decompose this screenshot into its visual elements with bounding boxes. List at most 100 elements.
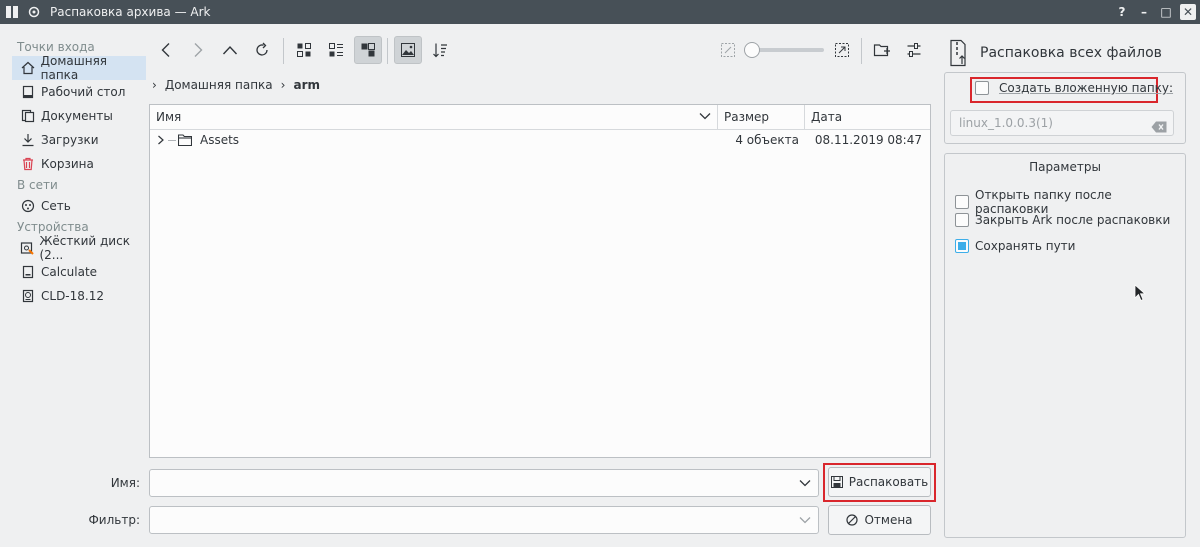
extract-button[interactable]: Распаковать	[828, 467, 931, 497]
create-subfolder-checkbox[interactable]: Создать вложенную папку:	[975, 81, 1173, 95]
compact-view-icon[interactable]	[322, 36, 350, 64]
places-item-label: Домашняя папка	[40, 54, 108, 82]
sort-chevron-down-icon	[699, 105, 711, 129]
zoom-slider[interactable]	[744, 42, 824, 58]
places-item-label: Calculate	[41, 265, 98, 279]
checkbox-box[interactable]	[955, 195, 969, 209]
filter-label: Фильтр:	[88, 513, 140, 527]
filter-combo-input[interactable]	[149, 506, 819, 534]
file-name: Assets	[200, 133, 240, 147]
checkbox-box[interactable]	[955, 213, 969, 227]
places-item-label: Корзина	[41, 157, 94, 171]
open-folder-checkbox[interactable]: Открыть папку после распаковки	[955, 188, 1185, 216]
places-item-label: Рабочий стол	[41, 85, 126, 99]
breadcrumb-chevron-icon[interactable]: ›	[281, 78, 286, 92]
breadcrumb-item-home[interactable]: Домашняя папка	[165, 78, 273, 92]
places-item-label: CLD-18.12	[41, 289, 104, 303]
cancel-button[interactable]: Отмена	[828, 505, 931, 535]
desktop-icon	[20, 84, 36, 100]
clear-text-icon[interactable]	[1151, 117, 1167, 133]
options-title: Параметры	[1029, 160, 1101, 174]
back-icon[interactable]	[152, 36, 180, 64]
title-bar: Распаковка архива — Ark ? – □ ✕	[0, 0, 1200, 24]
extract-button-label: Распаковать	[848, 475, 929, 489]
column-size-label: Размер	[724, 110, 770, 124]
network-icon	[20, 198, 36, 214]
places-item-network[interactable]: Сеть	[12, 194, 146, 218]
chevron-down-icon[interactable]	[798, 513, 812, 527]
trash-icon	[20, 156, 36, 172]
breadcrumb-item-current[interactable]: arm	[293, 78, 320, 92]
preserve-paths-label: Сохранять пути	[975, 239, 1076, 253]
maximize-button[interactable]: □	[1158, 4, 1174, 20]
close-ark-label: Закрыть Ark после распаковки	[975, 213, 1171, 227]
places-item-calculate[interactable]: Calculate	[12, 260, 146, 284]
places-section-title: В сети	[17, 178, 58, 192]
ark-app-icon	[4, 4, 20, 20]
drive-icon	[20, 264, 36, 280]
extract-panel-title: Распаковка всех файлов	[946, 38, 1162, 68]
places-item-cld[interactable]: CLD-18.12	[12, 284, 146, 308]
archive-extract-icon	[946, 38, 970, 68]
checkbox-box[interactable]	[975, 81, 989, 95]
preview-icon[interactable]	[394, 36, 422, 64]
options-icon[interactable]	[900, 36, 928, 64]
pin-icon[interactable]	[26, 4, 42, 20]
column-header-size[interactable]: Размер	[718, 105, 805, 129]
close-ark-checkbox[interactable]: Закрыть Ark после распаковки	[955, 213, 1170, 227]
places-item-trash[interactable]: Корзина	[12, 152, 146, 176]
chevron-down-icon[interactable]	[798, 476, 812, 490]
file-toolbar	[150, 36, 930, 68]
cancel-icon	[846, 514, 859, 526]
detailed-view-icon[interactable]	[354, 36, 382, 64]
table-row[interactable]: Assets 4 объекта 08.11.2019 08:47	[150, 130, 930, 150]
breadcrumb: › Домашняя папка › arm	[150, 74, 320, 96]
cancel-button-label: Отмена	[864, 513, 913, 527]
up-icon[interactable]	[216, 36, 244, 64]
options-group: Параметры Открыть папку после распаковки…	[944, 153, 1186, 538]
places-item-label: Сеть	[41, 199, 71, 213]
file-size: 4 объекта	[735, 133, 799, 147]
forward-icon[interactable]	[184, 36, 212, 64]
column-name-label: Имя	[156, 110, 182, 124]
file-list-header: Имя Размер Дата	[150, 105, 930, 130]
window-title: Распаковка архива — Ark	[50, 5, 211, 19]
column-header-name[interactable]: Имя	[150, 105, 718, 129]
name-combo-input[interactable]	[149, 469, 819, 497]
places-item-home[interactable]: Домашняя папка	[12, 54, 146, 82]
harddisk-icon	[20, 240, 34, 256]
extract-panel-title-text: Распаковка всех файлов	[980, 45, 1162, 61]
places-item-harddisk[interactable]: Жёсткий диск (2...	[12, 234, 146, 262]
preserve-paths-checkbox[interactable]: Сохранять пути	[955, 239, 1075, 253]
name-label: Имя:	[110, 476, 140, 490]
open-folder-label: Открыть папку после распаковки	[975, 188, 1112, 216]
breadcrumb-chevron-icon[interactable]: ›	[152, 78, 157, 92]
help-button[interactable]: ?	[1114, 4, 1130, 20]
zoom-in-icon[interactable]	[828, 36, 856, 64]
optical-disc-icon	[20, 288, 36, 304]
new-folder-icon[interactable]	[868, 36, 896, 64]
zoom-out-icon[interactable]	[714, 36, 742, 64]
places-item-desktop[interactable]: Рабочий стол	[12, 80, 146, 104]
minimize-button[interactable]: –	[1136, 4, 1152, 20]
column-date-label: Дата	[811, 110, 843, 124]
subfolder-name-value: linux_1.0.0.3(1)	[959, 116, 1053, 130]
documents-icon	[20, 108, 36, 124]
places-item-documents[interactable]: Документы	[12, 104, 146, 128]
places-item-label: Документы	[41, 109, 113, 123]
column-header-date[interactable]: Дата	[805, 105, 930, 129]
places-item-label: Загрузки	[41, 133, 99, 147]
places-item-downloads[interactable]: Загрузки	[12, 128, 146, 152]
expand-chevron-icon[interactable]	[156, 135, 168, 145]
sort-icon[interactable]	[426, 36, 454, 64]
close-button[interactable]: ✕	[1180, 4, 1196, 20]
file-list-view[interactable]: Имя Размер Дата Assets 4 объекта 08.11.2…	[149, 104, 931, 458]
zoom-slider-knob[interactable]	[744, 42, 760, 58]
checkbox-box-checked[interactable]	[955, 239, 969, 253]
folder-icon	[178, 134, 194, 146]
subfolder-name-input[interactable]: linux_1.0.0.3(1)	[950, 110, 1174, 136]
icons-view-icon[interactable]	[290, 36, 318, 64]
reload-icon[interactable]	[248, 36, 276, 64]
download-icon	[20, 132, 36, 148]
save-icon	[830, 476, 843, 488]
